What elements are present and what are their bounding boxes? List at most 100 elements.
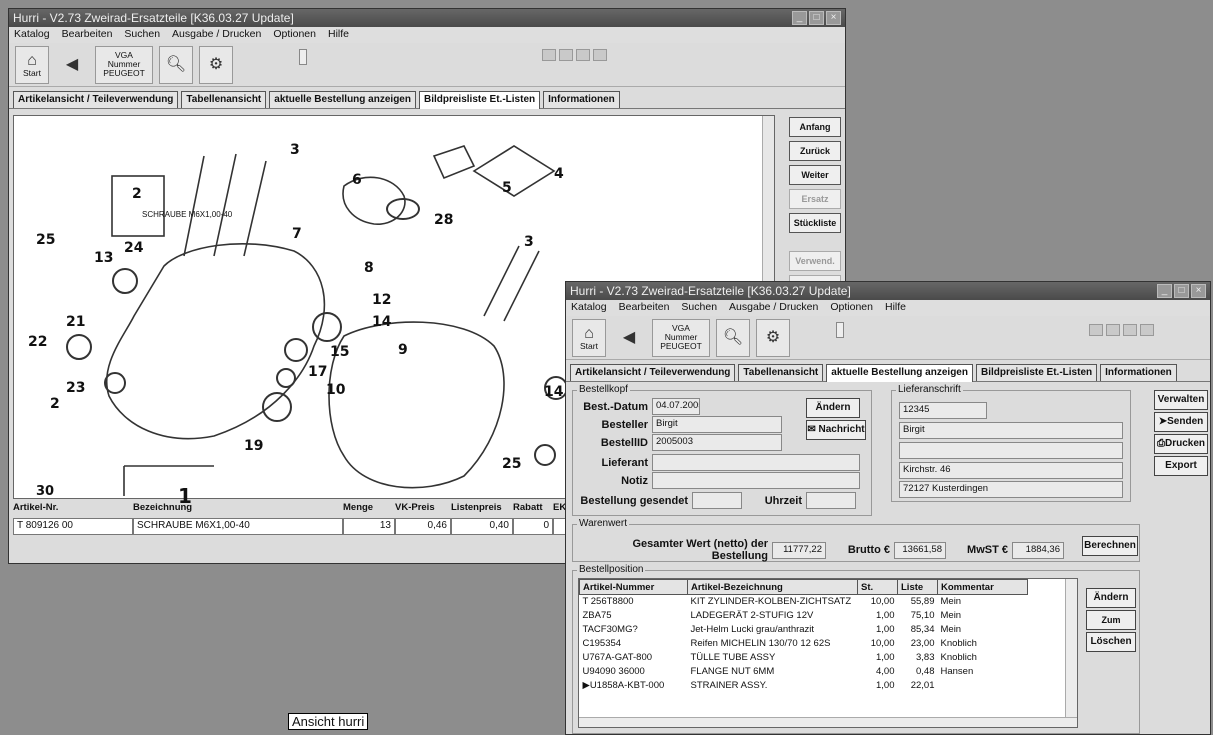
part-bearing[interactable]: [104, 372, 126, 394]
anfang-button[interactable]: Anfang: [789, 117, 841, 137]
layout-icon[interactable]: [593, 49, 607, 61]
menu-ausgabe[interactable]: Ausgabe / Drucken: [729, 301, 818, 315]
weiter-button[interactable]: Weiter: [789, 165, 841, 185]
tab-bildpreisliste[interactable]: Bildpreisliste Et.-Listen: [975, 364, 1098, 381]
menu-bearbeiten[interactable]: Bearbeiten: [62, 28, 113, 42]
back-window-titlebar[interactable]: Hurri - V2.73 Zweirad-Ersatzteile [K36.0…: [9, 9, 845, 27]
table-row[interactable]: ZBA75 LADEGERÄT 2-STUFIG 12V 1,00 75,10 Mein: [580, 609, 1028, 623]
table-row[interactable]: C195354 Reifen MICHELIN 130/70 12 62S 10,0…: [580, 637, 1028, 651]
part-ring[interactable]: [386, 198, 420, 220]
gesendet-field[interactable]: [692, 492, 742, 509]
menu-optionen[interactable]: Optionen: [273, 28, 316, 42]
drucken-button[interactable]: ⎙Drucken: [1154, 434, 1208, 454]
col-kommentar[interactable]: Kommentar: [937, 579, 1028, 595]
close-button[interactable]: ×: [1191, 284, 1206, 298]
minimize-button[interactable]: _: [792, 11, 807, 25]
grid-row[interactable]: T 809126 00 SCHRAUBE M6X1,00-40 13 0,46 …: [13, 518, 583, 535]
tab-informationen[interactable]: Informationen: [1100, 364, 1177, 381]
brutto-field[interactable]: 13661,58: [894, 541, 946, 559]
settings-button[interactable]: ⚙: [756, 318, 790, 357]
menu-ausgabe[interactable]: Ausgabe / Drucken: [172, 28, 261, 42]
tab-bildpreisliste[interactable]: Bildpreisliste Et.-Listen: [418, 91, 541, 109]
table-row[interactable]: TACF30MG? Jet-Helm Lucki grau/anthrazit 1,…: [580, 623, 1028, 637]
part-bearing[interactable]: [66, 334, 92, 360]
start-button[interactable]: ⌂ Start: [572, 318, 606, 357]
col-artikel-nummer[interactable]: Artikel-Nummer: [579, 579, 688, 595]
layout-icon[interactable]: [1106, 324, 1120, 336]
notiz-field[interactable]: [652, 472, 860, 489]
back-button[interactable]: ◀: [55, 46, 89, 84]
datum-field[interactable]: 04.07.2005: [652, 398, 700, 415]
part-bearing[interactable]: [534, 444, 556, 466]
col-artikel-bezeichnung[interactable]: Artikel-Bezeichnung: [687, 579, 858, 595]
vga-number-button[interactable]: VGA Nummer PEUGEOT: [652, 318, 710, 357]
zurueck-button[interactable]: Zurück: [789, 141, 841, 161]
cell-menge[interactable]: 13: [343, 518, 395, 535]
part-bearing[interactable]: [276, 368, 296, 388]
start-button[interactable]: ⌂ Start: [15, 45, 49, 84]
verwendung-button[interactable]: Verwend.: [789, 251, 841, 271]
tab-bestellung[interactable]: aktuelle Bestellung anzeigen: [269, 91, 416, 108]
uhrzeit-field[interactable]: [806, 492, 856, 509]
layout-icon[interactable]: [1089, 324, 1103, 336]
zum-artikel-button[interactable]: Zum Artikel: [1086, 610, 1136, 643]
table-row[interactable]: U94090 36000 FLANGE NUT 6MM 4,00 0,48 Hansen: [580, 665, 1028, 679]
menu-hilfe[interactable]: Hilfe: [328, 28, 349, 42]
besteller-field[interactable]: Birgit: [652, 416, 782, 433]
gesamt-field[interactable]: 11777,22: [772, 541, 826, 559]
menu-suchen[interactable]: Suchen: [124, 28, 160, 42]
address-line[interactable]: 72127 Kusterdingen: [899, 481, 1123, 498]
slider-handle[interactable]: [299, 49, 307, 65]
bestellposition-list[interactable]: Artikel-Nummer Artikel-Bezeichnung St. L…: [578, 578, 1078, 728]
menu-hilfe[interactable]: Hilfe: [885, 301, 906, 315]
layout-icon[interactable]: [576, 49, 590, 61]
menu-suchen[interactable]: Suchen: [681, 301, 717, 315]
tab-tabellenansicht[interactable]: Tabellenansicht: [181, 91, 267, 108]
cell-bezeichnung[interactable]: SCHRAUBE M6X1,00-40: [133, 518, 343, 535]
row-aendern-button[interactable]: Ändern: [1086, 588, 1136, 608]
address-line[interactable]: Kirchstr. 46: [899, 462, 1123, 479]
layout-icon[interactable]: [559, 49, 573, 61]
slider-handle[interactable]: [836, 322, 844, 338]
layout-icon[interactable]: [1123, 324, 1137, 336]
aendern-button[interactable]: Ändern: [806, 398, 860, 418]
part-bearing[interactable]: [112, 268, 138, 294]
maximize-button[interactable]: □: [809, 11, 824, 25]
menu-bearbeiten[interactable]: Bearbeiten: [619, 301, 670, 315]
bestellid-field[interactable]: 2005003: [652, 434, 782, 451]
minimize-button[interactable]: _: [1157, 284, 1172, 298]
loeschen-button[interactable]: Löschen: [1086, 632, 1136, 652]
verwalten-button[interactable]: Verwalten: [1154, 390, 1208, 410]
layout-icon[interactable]: [1140, 324, 1154, 336]
layout-icon[interactable]: [542, 49, 556, 61]
cell-rabatt[interactable]: 0: [513, 518, 553, 535]
ersatz-button[interactable]: Ersatz: [789, 189, 841, 209]
tab-informationen[interactable]: Informationen: [543, 91, 620, 108]
address-line[interactable]: [899, 442, 1123, 459]
tab-bestellung[interactable]: aktuelle Bestellung anzeigen: [826, 364, 973, 382]
front-window-titlebar[interactable]: Hurri - V2.73 Zweirad-Ersatzteile [K36.0…: [566, 282, 1210, 300]
horizontal-scrollbar[interactable]: [579, 717, 1077, 727]
address-line[interactable]: Birgit: [899, 422, 1123, 439]
cell-vk-preis[interactable]: 0,46: [395, 518, 451, 535]
tab-tabellenansicht[interactable]: Tabellenansicht: [738, 364, 824, 381]
menu-optionen[interactable]: Optionen: [830, 301, 873, 315]
export-button[interactable]: Export: [1154, 456, 1208, 476]
cell-listenpreis[interactable]: 0,40: [451, 518, 513, 535]
table-row-selected[interactable]: ▶U1858A-KBT-000 STRAINER ASSY. 1,00 22,01: [580, 679, 1028, 693]
col-st[interactable]: St.: [857, 579, 898, 595]
maximize-button[interactable]: □: [1174, 284, 1189, 298]
col-liste[interactable]: Liste: [897, 579, 938, 595]
search-button[interactable]: 🔍︎: [716, 318, 750, 357]
part-bearing[interactable]: [312, 312, 342, 342]
part-bearing[interactable]: [284, 338, 308, 362]
menu-katalog[interactable]: Katalog: [571, 301, 607, 315]
back-button[interactable]: ◀: [612, 319, 646, 357]
table-row[interactable]: U767A-GAT-800 TÜLLE TUBE ASSY 1,00 3,83 Knob…: [580, 651, 1028, 665]
cell-artikel-nr[interactable]: T 809126 00: [13, 518, 133, 535]
table-row[interactable]: T 256T8800 KIT ZYLINDER-KOLBEN-ZICHTSATZ 1…: [580, 595, 1028, 609]
senden-button[interactable]: ➤Senden: [1154, 412, 1208, 432]
mwst-field[interactable]: 1884,36: [1012, 541, 1064, 559]
close-button[interactable]: ×: [826, 11, 841, 25]
vga-number-button[interactable]: VGA Nummer PEUGEOT: [95, 45, 153, 84]
